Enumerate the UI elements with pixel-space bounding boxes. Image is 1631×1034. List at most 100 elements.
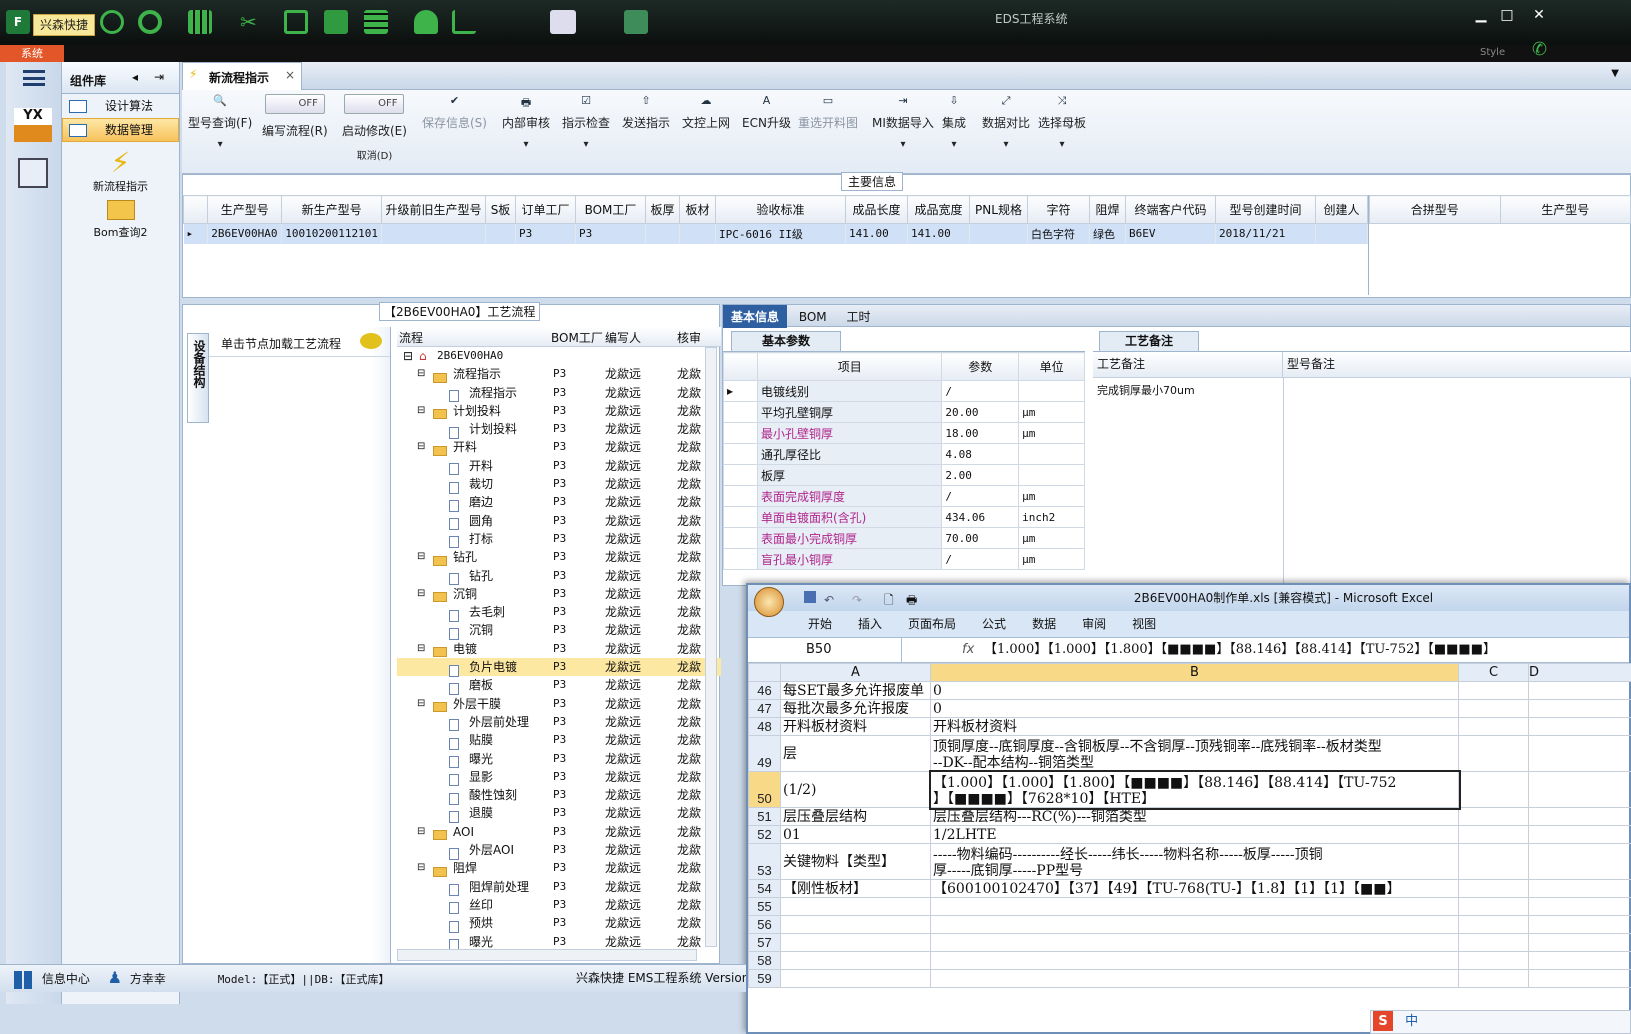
save-icon[interactable] [804, 591, 816, 603]
apps-icon[interactable] [364, 10, 388, 34]
cell-b[interactable]: 0 [930, 699, 1459, 718]
cell-a[interactable]: 关键物料【类型】 [780, 843, 931, 880]
tree-node[interactable]: 贴膜 P3 龙歘远 龙歘 [397, 731, 721, 750]
toolbar-item-9[interactable]: ▭ 重选开料图 [798, 94, 858, 131]
cell-a[interactable] [780, 897, 931, 916]
toolbar-dropdown-arrow[interactable]: ▾ [562, 139, 610, 150]
col-header[interactable]: 板材 [679, 195, 716, 224]
tree-node[interactable]: ⊟ 沉铜 P3 龙歘远 龙歘 [397, 585, 721, 603]
cell-b[interactable]: -----物料编码----------经长-----纬长-----物料名称---… [930, 843, 1459, 880]
col-header[interactable]: 字符 [1027, 195, 1090, 224]
cell-c[interactable] [1458, 969, 1529, 988]
ribbon-tab[interactable]: 页面布局 [908, 617, 956, 631]
ribbon-tab[interactable]: 数据 [1032, 617, 1056, 631]
cell-a[interactable] [780, 951, 931, 970]
collapse-toggle-icon[interactable]: ⊟ [417, 438, 425, 456]
cell-c[interactable] [1458, 933, 1529, 952]
cell-a[interactable]: 层 [780, 735, 931, 772]
col-header[interactable]: S板 [485, 195, 516, 224]
tree-node[interactable]: 外层AOI P3 龙歘远 龙歘 [397, 841, 721, 860]
cell-c[interactable] [1458, 771, 1529, 808]
cell-c[interactable] [1458, 825, 1529, 844]
cell-c[interactable] [1458, 897, 1529, 916]
cell-b[interactable]: 0 [930, 681, 1459, 700]
toolbar-dropdown-arrow[interactable]: ▾ [872, 139, 934, 150]
collapse-icon[interactable]: ◂ [132, 70, 138, 84]
table-cell[interactable] [1315, 223, 1368, 244]
table-cell[interactable]: 141.00 [907, 223, 970, 244]
param-cell[interactable]: 70.00 [941, 527, 1020, 549]
cell-a[interactable]: 每SET最多允许报废单 [780, 681, 931, 700]
table-row[interactable]: 表面完成铜厚度 / μm [723, 485, 1085, 507]
col-header[interactable]: 生产型号 [207, 195, 283, 224]
cell-b[interactable] [930, 933, 1459, 952]
toolbar-item-10[interactable]: ⇥ MI数据导入 ▾ [872, 94, 934, 150]
cell-b[interactable]: 顶铜厚度--底铜厚度--含铜板厚--不含铜厚--顶残铜率--底残铜率--板材类型… [930, 735, 1459, 772]
tree-node[interactable]: ⊟ 开料 P3 龙歘远 龙歘 [397, 438, 721, 456]
cell-d[interactable] [1528, 807, 1631, 826]
tree-root[interactable]: ⊟ ⌂ 2B6EV00HA0 [397, 347, 721, 365]
name-box[interactable]: B50 [752, 638, 902, 662]
table-cell[interactable] [645, 223, 680, 244]
col-prod-model[interactable]: 生产型号 [1499, 195, 1631, 224]
cell-a[interactable]: 层压叠层结构 [780, 807, 931, 826]
table-cell[interactable] [485, 223, 516, 244]
table-cell[interactable]: 2018/11/21 [1215, 223, 1316, 244]
complib-item-design[interactable]: 设计算法 [62, 94, 179, 118]
row-header[interactable]: 53 [748, 843, 781, 880]
cell-b[interactable] [930, 915, 1459, 934]
window-thumb-icon[interactable] [550, 10, 576, 34]
tab-basic-info[interactable]: 基本信息 [723, 305, 788, 328]
table-row[interactable]: ▸ 2B6EV00HA0 10010200112101 P3 P3 IPC-6016 II… [183, 223, 1368, 244]
tab-bom[interactable]: BOM [791, 307, 835, 327]
cell-a[interactable] [780, 915, 931, 934]
tree-node[interactable]: 磨板 P3 龙歘远 龙歘 [397, 676, 721, 695]
load-hint[interactable]: 单击节点加载工艺流程 [209, 327, 390, 357]
film-icon[interactable] [284, 10, 308, 34]
tree-node[interactable]: ⊟ 电镀 P3 龙歘远 龙歘 [397, 640, 721, 658]
tree-node[interactable]: ⊟ AOI P3 龙歘远 龙歘 [397, 823, 721, 841]
close-button[interactable]: ✕ [1526, 6, 1552, 24]
off-toggle[interactable]: OFF [344, 94, 405, 114]
cell-d[interactable] [1528, 771, 1631, 808]
cell-d[interactable] [1528, 825, 1631, 844]
col-writer[interactable]: 编写人 [605, 329, 641, 346]
tree-node[interactable]: 负片电镀 P3 龙歘远 龙歘 [397, 658, 721, 677]
table-cell[interactable]: 141.00 [845, 223, 908, 244]
row-header[interactable]: 52 [748, 825, 781, 844]
grid-icon[interactable] [188, 10, 212, 34]
col-header[interactable]: 升级前旧生产型号 [381, 195, 486, 224]
system-tab[interactable]: 系统 [0, 45, 64, 62]
select-all-corner[interactable] [748, 663, 781, 682]
tree-node[interactable]: 外层前处理 P3 龙歘远 龙歘 [397, 713, 721, 732]
yx-factory-icon[interactable]: YX [14, 108, 52, 142]
tree-node[interactable]: 磨边 P3 龙歘远 龙歘 [397, 493, 721, 512]
office-button-icon[interactable] [754, 587, 784, 617]
puzzle-icon[interactable] [324, 10, 348, 34]
tree-hscrollbar[interactable] [397, 949, 697, 961]
cell-a[interactable]: 每批次最多允许报废 [780, 699, 931, 718]
tree-node[interactable]: 丝印 P3 龙歘远 龙歘 [397, 896, 721, 915]
tree-node[interactable]: 曝光 P3 龙歘远 龙歘 [397, 750, 721, 769]
cell-c[interactable] [1458, 915, 1529, 934]
cell-c[interactable] [1458, 681, 1529, 700]
off-toggle[interactable]: OFF [264, 94, 325, 114]
table-cell[interactable] [969, 223, 1028, 244]
col-process-notes[interactable]: 工艺备注 [1093, 352, 1283, 377]
info-center-icon[interactable] [14, 970, 32, 989]
row-header[interactable]: 58 [748, 951, 781, 970]
tree-node[interactable]: ⊟ 外层干膜 P3 龙歘远 龙歘 [397, 695, 721, 713]
tree-node[interactable]: 开料 P3 龙歘远 龙歘 [397, 457, 721, 476]
process-notes-tab[interactable]: 工艺备注 [1099, 331, 1199, 351]
col-process[interactable]: 流程 [399, 329, 423, 346]
table-cell[interactable]: P3 [515, 223, 576, 244]
app-thumb-icon[interactable] [624, 10, 648, 34]
redo-icon[interactable]: ↷ [852, 587, 862, 613]
table-row[interactable]: 最小孔壁铜厚 18.00 μm [723, 422, 1085, 444]
info-center-label[interactable]: 信息中心 [42, 972, 90, 986]
minimize-button[interactable]: ▁ [1468, 6, 1494, 24]
col-header[interactable]: 终端客户代码 [1125, 195, 1216, 224]
row-header[interactable]: 57 [748, 933, 781, 952]
cell-c[interactable] [1458, 951, 1529, 970]
col-item[interactable]: 项目 [756, 352, 943, 381]
